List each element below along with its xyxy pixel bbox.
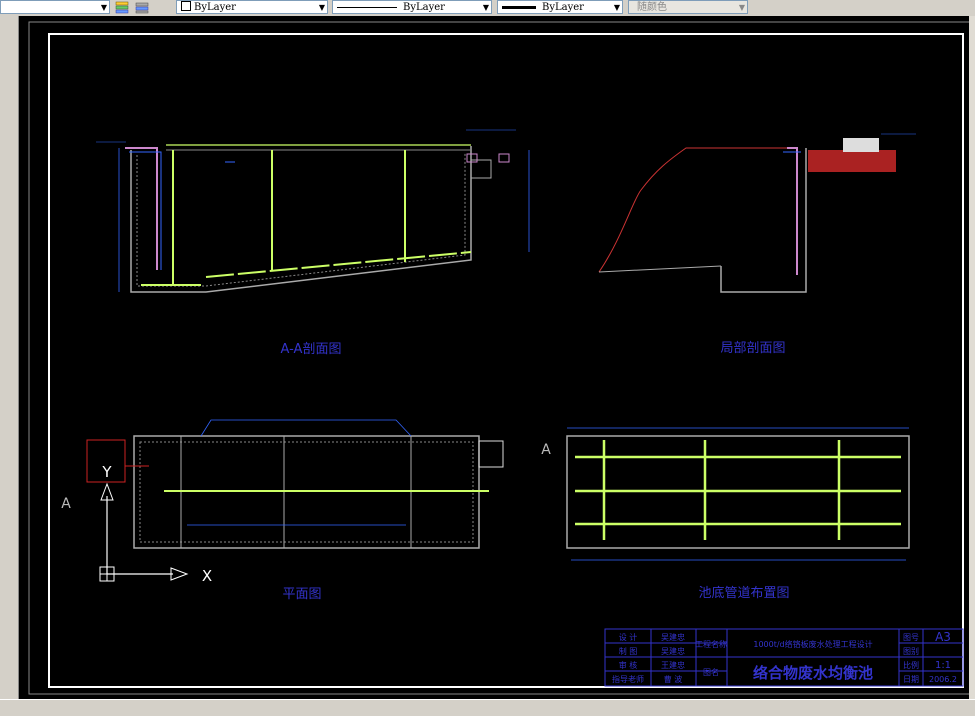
layers-icon[interactable] (115, 1, 129, 14)
tb-field-3: 比例 (903, 660, 919, 670)
blower-unit (843, 138, 879, 152)
ucs-y-label: Y (101, 463, 112, 481)
drawing-canvas[interactable]: A-A剖面图 局部剖面图 平面图 A A 池底管道布置图 X Y 设 计 制 图… (18, 16, 975, 699)
linetype-dropdown[interactable]: ByLayer ▼ (332, 0, 492, 14)
tb-name-4: 曹 波 (664, 674, 683, 684)
pipe-layout-drawing (566, 427, 910, 561)
sheet-inner-border (48, 33, 964, 688)
tb-drawing-label: 图名 (703, 667, 719, 677)
chevron-down-icon: ▼ (738, 3, 745, 12)
vertical-scrollbar[interactable] (969, 16, 975, 699)
tb-name-2: 吴建忠 (661, 646, 685, 656)
section-marker-left: A (61, 496, 71, 512)
local-section-drawing (598, 133, 916, 293)
layer-dropdown-tail[interactable]: ▼ (0, 0, 110, 14)
ucs-icon (99, 482, 189, 582)
chevron-down-icon: ▼ (613, 3, 620, 12)
aa-section-drawing (96, 129, 530, 293)
linetype-preview (337, 7, 397, 8)
tb-scale: 1:1 (935, 660, 951, 671)
tb-size: A3 (935, 630, 951, 644)
tb-date: 2006.2 (929, 675, 957, 684)
brick-wall (808, 150, 896, 172)
left-window-strip (0, 16, 18, 699)
layer-tools (115, 1, 149, 14)
status-bar (0, 699, 975, 716)
plotstyle-value: 随颜色 (637, 2, 667, 13)
tb-name-1: 吴建忠 (661, 632, 685, 642)
tb-role-3: 审 核 (619, 660, 638, 670)
cad-drawing: A-A剖面图 局部剖面图 平面图 A A 池底管道布置图 X Y 设 计 制 图… (28, 21, 975, 695)
section-marker-right: A (541, 442, 551, 458)
color-dropdown[interactable]: ByLayer ▼ (176, 0, 328, 14)
tb-field-1: 图号 (903, 633, 919, 642)
layer-previous-icon[interactable] (135, 2, 149, 14)
lineweight-dropdown[interactable]: ByLayer ▼ (497, 0, 623, 14)
properties-toolbar: ▼ ByLayer ▼ ByLayer ▼ ByLayer ▼ 随颜色 ▼ (0, 0, 975, 17)
lineweight-preview (502, 6, 536, 9)
lineweight-value: ByLayer (542, 2, 584, 13)
plan-view-drawing (86, 419, 504, 549)
tb-project-name: 1000t/d络铬板废水处理工程设计 (753, 639, 872, 649)
linetype-value: ByLayer (403, 2, 445, 13)
chevron-down-icon: ▼ (482, 3, 489, 12)
chevron-down-icon: ▼ (318, 3, 325, 12)
tb-field-2: 图别 (903, 647, 919, 656)
plotstyle-dropdown[interactable]: 随颜色 ▼ (628, 0, 748, 14)
tb-name-3: 王建忠 (661, 660, 685, 670)
tb-field-4: 日期 (903, 675, 919, 684)
tb-drawing-title: 络合物废水均衡池 (753, 664, 873, 682)
tb-project-label: 工程名称 (695, 639, 727, 649)
tb-role-4: 指导老师 (612, 674, 644, 684)
sheet-outer-border (28, 21, 975, 695)
local-section-label: 局部剖面图 (720, 341, 785, 356)
ucs-x-label: X (202, 567, 212, 585)
plan-view-label: 平面图 (282, 587, 321, 602)
aa-section-label: A-A剖面图 (281, 342, 342, 357)
color-swatch (181, 1, 191, 11)
tb-role-2: 制 图 (619, 646, 638, 656)
tb-role-1: 设 计 (619, 632, 638, 642)
pipe-layout-label: 池底管道布置图 (698, 585, 789, 601)
color-value: ByLayer (194, 2, 236, 13)
chevron-down-icon: ▼ (100, 3, 107, 12)
